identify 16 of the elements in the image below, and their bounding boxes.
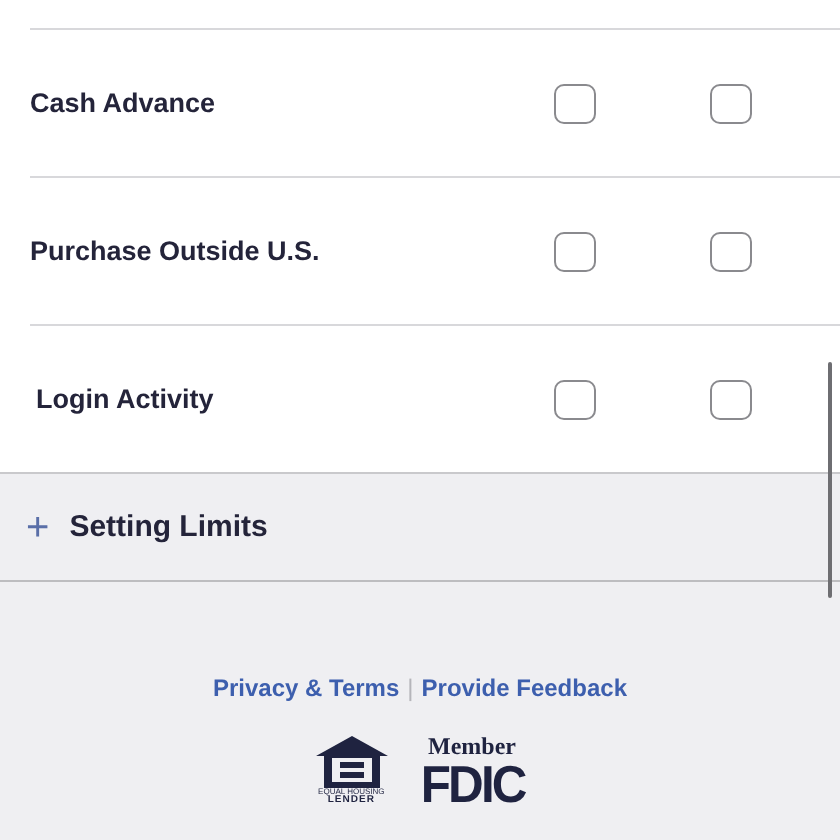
checkbox[interactable] bbox=[554, 83, 596, 123]
checkbox[interactable] bbox=[554, 379, 596, 419]
row-label: Login Activity bbox=[34, 384, 216, 414]
house-icon bbox=[313, 734, 390, 788]
privacy-link[interactable]: Privacy & Terms bbox=[212, 674, 400, 702]
link-separator: | bbox=[407, 674, 414, 702]
checkbox[interactable] bbox=[710, 231, 752, 271]
logo-caption: Member bbox=[428, 734, 516, 758]
feedback-link[interactable]: Provide Feedback bbox=[421, 674, 627, 702]
checkbox[interactable] bbox=[710, 379, 752, 419]
checkbox[interactable] bbox=[554, 231, 596, 271]
row-label: Purchase Outside U.S. bbox=[30, 236, 322, 266]
expand-icon: + bbox=[26, 507, 50, 547]
fdic-logo: FDIC bbox=[420, 758, 524, 810]
row-label: Cash Advance bbox=[30, 88, 218, 118]
checkbox[interactable] bbox=[710, 83, 752, 123]
